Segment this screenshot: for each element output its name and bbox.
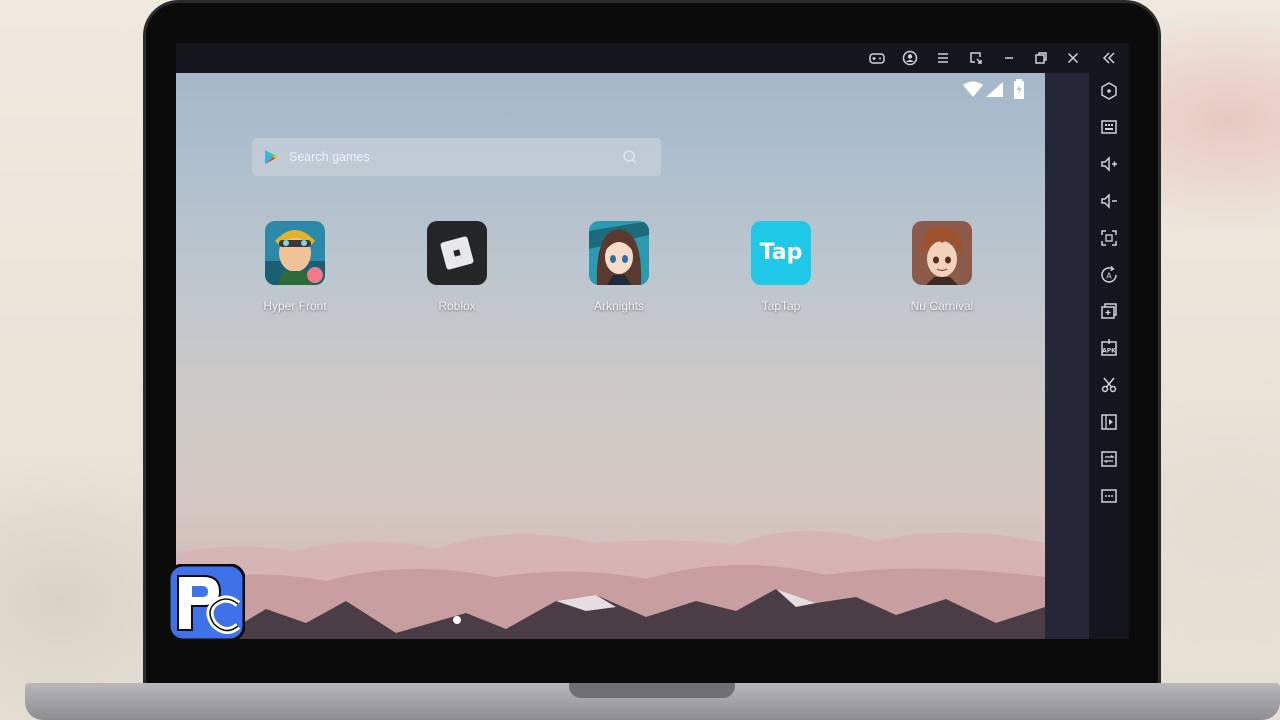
app-label: Roblox [438, 299, 476, 313]
laptop-base [25, 683, 1280, 720]
screen-margin [1045, 73, 1089, 639]
play-store-icon [265, 150, 278, 164]
status-bar [962, 79, 1032, 101]
keyboard-icon[interactable] [1098, 116, 1120, 138]
app-roblox[interactable]: Roblox [397, 221, 517, 321]
search-input[interactable]: Search games [289, 150, 370, 164]
search-icon[interactable] [622, 149, 638, 165]
video-record-icon[interactable] [1098, 411, 1120, 433]
app-hyper-front[interactable]: Hyper Front [235, 221, 355, 321]
apk-install-icon[interactable]: APK [1098, 337, 1120, 359]
app-taptap[interactable]: Tap TapTap [721, 221, 841, 321]
taptap-app-icon[interactable]: Tap [751, 221, 811, 285]
multi-instance-icon[interactable] [1098, 300, 1120, 322]
auto-rotate-icon[interactable]: A [1098, 264, 1120, 286]
app-arknights[interactable]: Arknights [559, 221, 679, 321]
signal-icon [986, 82, 1003, 97]
gamepad-icon[interactable] [866, 47, 888, 69]
wallpaper-mountains [176, 530, 1045, 639]
laptop-notch [569, 683, 735, 698]
taptap-icon-text: Tap [759, 240, 803, 265]
android-home-screen: Search games Hyper Front Roblox Arknight… [176, 73, 1045, 639]
svg-text:APK: APK [1102, 348, 1116, 355]
app-label: Arknights [593, 299, 645, 313]
app-label: TapTap [761, 299, 801, 313]
scissors-icon[interactable] [1098, 374, 1120, 396]
close-icon[interactable] [1062, 47, 1084, 69]
search-games-bar[interactable]: Search games [252, 138, 661, 176]
title-bar [176, 43, 1129, 73]
battery-charging-icon [1014, 79, 1024, 99]
resize-icon[interactable] [965, 47, 987, 69]
screenshot-icon[interactable] [1098, 227, 1120, 249]
wifi-icon [963, 81, 983, 97]
volume-up-icon[interactable] [1098, 153, 1120, 175]
minimize-icon[interactable] [998, 47, 1020, 69]
home-hexagon-icon[interactable] [1098, 80, 1120, 102]
account-icon[interactable] [899, 47, 921, 69]
menu-icon[interactable] [932, 47, 954, 69]
more-icon[interactable] [1098, 485, 1120, 507]
arknights-app-icon[interactable] [589, 221, 649, 285]
nu-carnival-app-icon[interactable] [912, 221, 972, 285]
app-label: Nu Carnival [910, 299, 974, 313]
restore-icon[interactable] [1030, 47, 1052, 69]
hyper-front-app-icon[interactable] [265, 221, 325, 285]
app-nu-carnival[interactable]: Nu Carnival [882, 221, 1002, 321]
emulator-sidebar: A APK [1089, 73, 1129, 639]
emulator-window: Search games Hyper Front Roblox Arknight… [176, 43, 1129, 639]
volume-down-icon[interactable] [1098, 190, 1120, 212]
roblox-app-icon[interactable] [427, 221, 487, 285]
page-indicator-dot[interactable] [453, 616, 461, 624]
svg-text:A: A [1106, 272, 1112, 281]
sync-icon[interactable] [1098, 448, 1120, 470]
collapse-sidebar-icon[interactable] [1098, 47, 1120, 69]
app-label: Hyper Front [263, 299, 327, 313]
pc-logo-icon [167, 563, 246, 642]
